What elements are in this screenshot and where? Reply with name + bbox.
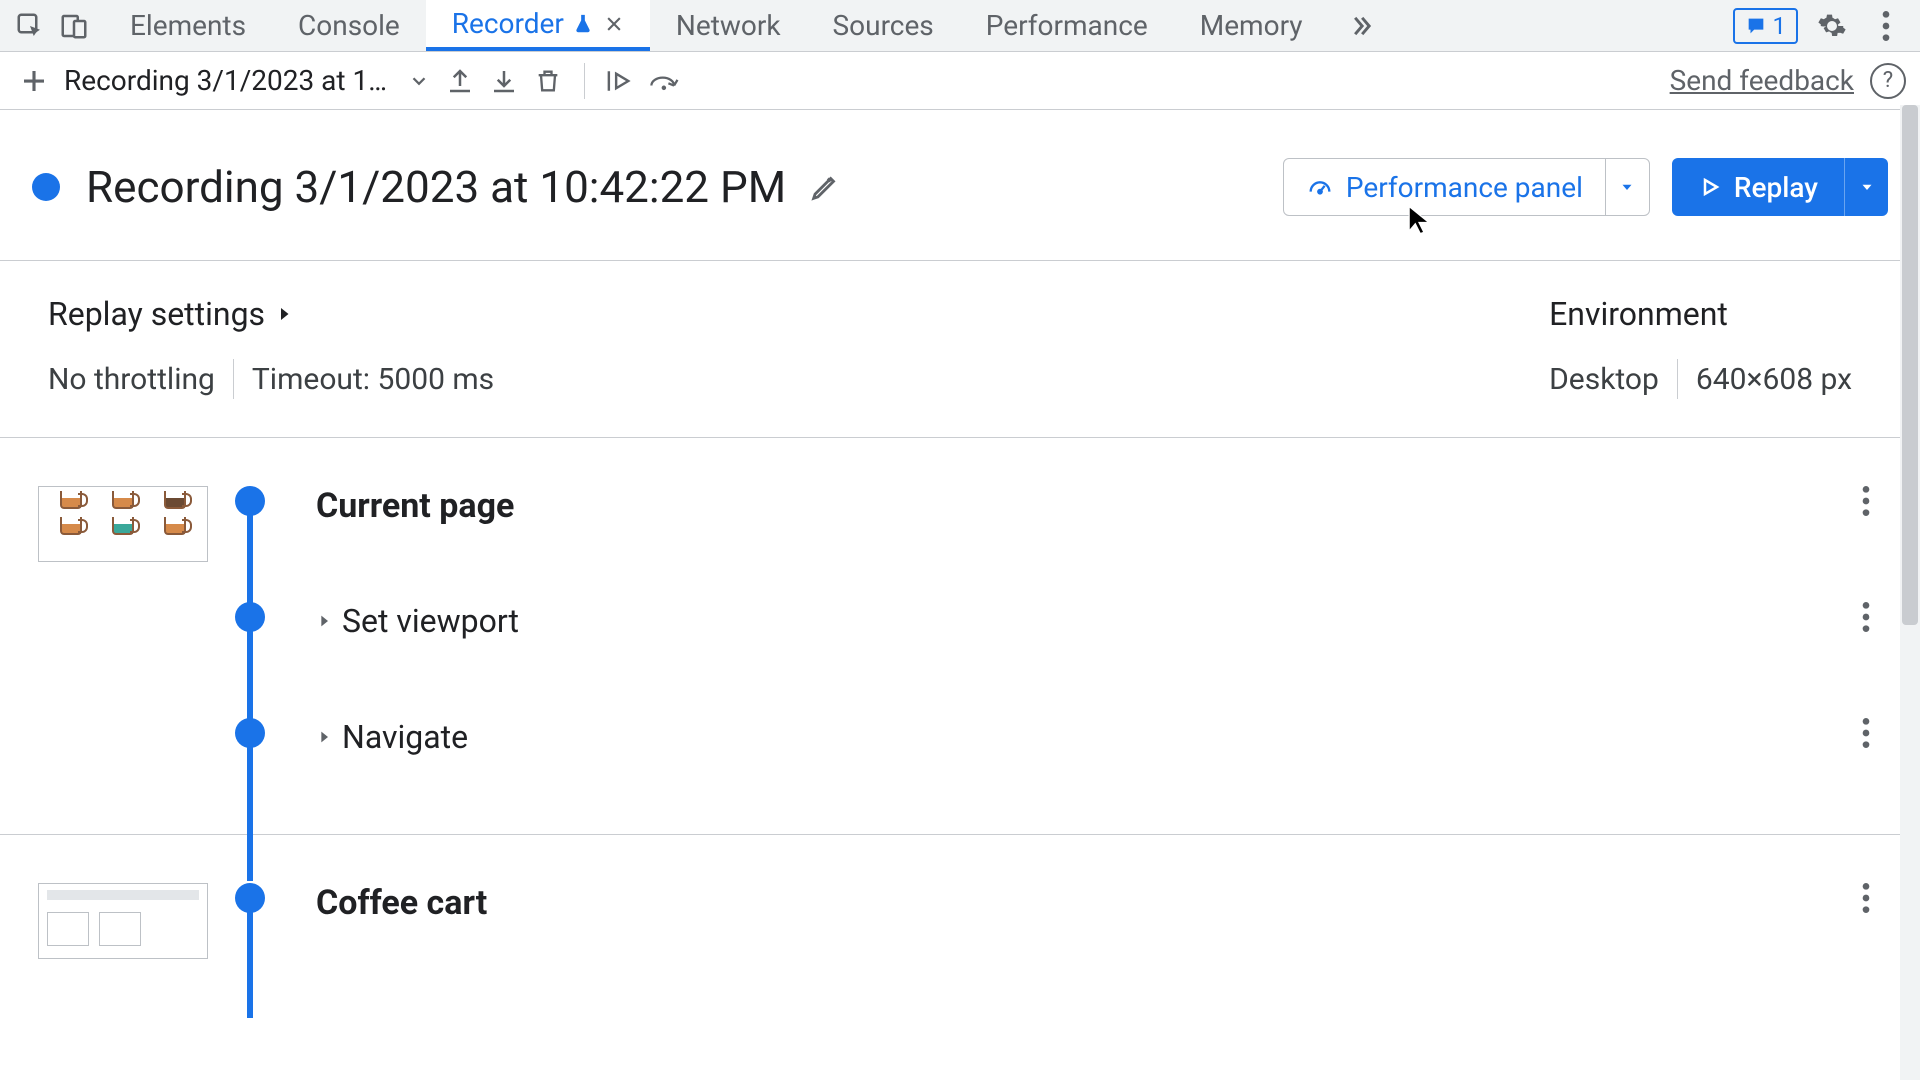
continue-button[interactable]	[599, 66, 643, 96]
edit-title-icon[interactable]	[808, 170, 842, 204]
scrollbar-thumb[interactable]	[1902, 105, 1918, 625]
play-icon	[1698, 175, 1722, 199]
step-navigate[interactable]: Navigate	[38, 718, 1882, 794]
delete-button[interactable]	[526, 66, 570, 96]
recording-dot-icon	[32, 173, 60, 201]
replay-button[interactable]: Replay	[1672, 158, 1888, 216]
more-menu-icon[interactable]	[1866, 11, 1906, 41]
settings-gear-icon[interactable]	[1812, 11, 1852, 41]
chevron-down-icon	[408, 70, 430, 92]
step-current-page[interactable]: Current page	[38, 486, 1882, 562]
tab-elements[interactable]: Elements	[104, 0, 272, 51]
step-thumbnail	[38, 883, 208, 959]
devtools-tabstrip: Elements Console Recorder Network Source…	[0, 0, 1920, 52]
tab-network[interactable]: Network	[650, 0, 807, 51]
inspect-icon[interactable]	[8, 4, 52, 48]
tabs-overflow-icon[interactable]	[1329, 0, 1393, 51]
step-menu-icon[interactable]	[1862, 883, 1882, 913]
step-over-button[interactable]	[643, 68, 687, 94]
issues-badge[interactable]: 1	[1733, 8, 1799, 44]
performance-panel-button[interactable]: Performance panel	[1283, 158, 1650, 216]
replay-settings-toggle[interactable]: Replay settings	[48, 295, 494, 333]
step-thumbnail	[38, 486, 208, 562]
tab-performance[interactable]: Performance	[960, 0, 1174, 51]
import-button[interactable]	[438, 66, 482, 96]
environment-device: Desktop	[1549, 362, 1659, 397]
step-menu-icon[interactable]	[1862, 486, 1882, 516]
export-button[interactable]	[482, 66, 526, 96]
tab-memory[interactable]: Memory	[1174, 0, 1329, 51]
close-icon[interactable]	[604, 14, 624, 34]
gauge-icon	[1306, 173, 1334, 201]
environment-viewport: 640×608 px	[1696, 362, 1852, 397]
recording-selector[interactable]: Recording 3/1/2023 at 10…	[64, 64, 430, 97]
scrollbar[interactable]	[1900, 105, 1920, 1080]
step-menu-icon[interactable]	[1862, 718, 1882, 748]
send-feedback-link[interactable]: Send feedback	[1670, 64, 1854, 97]
step-coffee-cart[interactable]: Coffee cart	[38, 883, 1882, 959]
throttling-value: No throttling	[48, 362, 215, 397]
settings-row: Replay settings No throttling Timeout: 5…	[0, 261, 1920, 438]
step-set-viewport[interactable]: Set viewport	[38, 602, 1882, 678]
device-toolbar-icon[interactable]	[52, 4, 96, 48]
performance-panel-dropdown[interactable]	[1605, 159, 1649, 215]
replay-dropdown[interactable]	[1844, 158, 1888, 216]
tab-console[interactable]: Console	[272, 0, 426, 51]
step-menu-icon[interactable]	[1862, 602, 1882, 632]
tab-recorder[interactable]: Recorder	[426, 0, 650, 51]
recorder-toolbar: Recording 3/1/2023 at 10… Send feedback …	[0, 52, 1920, 110]
recording-title: Recording 3/1/2023 at 10:42:22 PM	[86, 161, 786, 213]
help-icon[interactable]: ?	[1870, 63, 1906, 99]
environment-header: Environment	[1549, 295, 1852, 333]
recording-header: Recording 3/1/2023 at 10:42:22 PM Perfor…	[0, 110, 1920, 261]
steps-list: Current page Set viewport Navigate	[0, 438, 1920, 1047]
new-recording-button[interactable]	[14, 66, 54, 96]
tab-sources[interactable]: Sources	[807, 0, 960, 51]
flask-icon	[572, 13, 594, 35]
timeout-value: Timeout: 5000 ms	[252, 362, 494, 397]
